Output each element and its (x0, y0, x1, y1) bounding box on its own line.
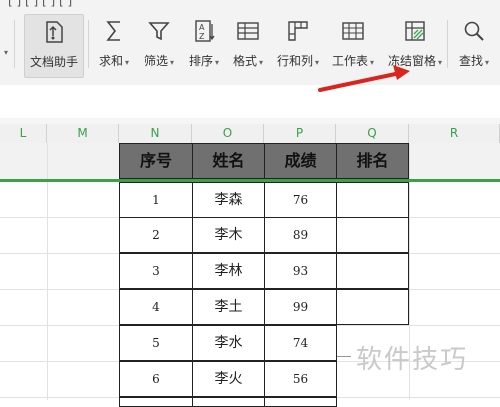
chevron-down-icon: ▾ (370, 58, 375, 67)
freeze-panes-button[interactable]: 冻结窗格 ▾ (384, 14, 446, 76)
doc-helper-label: 文档助手 (29, 55, 78, 69)
table-cell-name[interactable]: 李林 (192, 253, 265, 289)
ribbon-toolbar: [ ] [ ] [ ] [ ] ▾ 文档助手 求和 ▾ 筛选 ▾ A Z 排序 ▾ (0, 0, 500, 86)
table-cell-index[interactable]: 3 (119, 253, 193, 289)
table-cell-index[interactable]: 1 (119, 182, 193, 218)
table-cell-rank[interactable] (336, 253, 409, 289)
sort-label: 排序 (188, 54, 213, 68)
worksheet-button[interactable]: 工作表 ▾ (329, 14, 377, 76)
column-header-r[interactable]: R (409, 124, 500, 143)
formula-bar[interactable] (0, 85, 500, 119)
column-header-m[interactable]: M (47, 124, 119, 143)
chevron-down-icon: ▾ (438, 58, 443, 67)
table-cell-rank[interactable] (336, 289, 409, 325)
ribbon-tab-fragment: [ ] [ ] [ ] [ ] (8, 0, 73, 8)
table-cell-index[interactable]: 4 (119, 289, 193, 325)
worksheet-icon (342, 22, 364, 40)
table-cell-score[interactable]: 93 (264, 253, 337, 289)
svg-text:Z: Z (199, 32, 205, 41)
doc-helper-button[interactable]: 文档助手 (24, 14, 84, 78)
column-header-l[interactable]: L (0, 124, 47, 143)
chevron-down-icon: ▾ (259, 58, 264, 67)
row-col-label: 行和列 (276, 54, 313, 68)
header-cell-score[interactable]: 成绩 (264, 143, 337, 179)
freeze-panes-icon (405, 21, 425, 41)
chevron-down-icon: ▾ (485, 58, 490, 67)
table-cell-rank[interactable] (336, 217, 409, 253)
chevron-down-icon: ▾ (215, 58, 220, 67)
table-cell-rank[interactable] (336, 182, 409, 218)
sort-az-icon: A Z (195, 20, 215, 42)
table-cell-score[interactable]: 74 (264, 325, 337, 361)
document-helper-icon (46, 21, 63, 43)
column-header-n[interactable]: N (119, 124, 192, 143)
header-cell-index[interactable]: 序号 (119, 143, 193, 179)
sum-button[interactable]: 求和 ▾ (96, 14, 132, 76)
table-cell-index[interactable]: 6 (119, 361, 193, 397)
row-column-icon (288, 21, 308, 41)
chevron-down-icon: ▾ (170, 58, 175, 67)
freeze-panes-label: 冻结窗格 (387, 54, 436, 68)
toolbar-divider (88, 20, 89, 68)
table-cell-index[interactable]: 5 (119, 325, 193, 361)
watermark-rule (337, 356, 351, 357)
format-table-icon (237, 22, 259, 40)
table-cell-name[interactable]: 李土 (192, 289, 265, 325)
find-label: 查找 (458, 54, 483, 68)
find-button[interactable]: 查找 ▾ (455, 14, 493, 76)
table-cell-score[interactable]: 99 (264, 289, 337, 325)
header-cell-name[interactable]: 姓名 (192, 143, 265, 179)
chevron-down-icon[interactable]: ▾ (4, 48, 8, 57)
sum-label: 求和 (98, 54, 123, 68)
table-cell-name[interactable]: 李木 (192, 217, 265, 253)
table-cell-score[interactable]: 56 (264, 361, 337, 397)
filter-button[interactable]: 筛选 ▾ (140, 14, 178, 76)
funnel-icon (148, 22, 170, 41)
chevron-down-icon: ▾ (125, 58, 130, 67)
table-cell-name[interactable]: 李火 (192, 361, 265, 397)
header-cell-rank[interactable]: 排名 (336, 143, 409, 179)
table-cell-index[interactable] (119, 397, 193, 407)
worksheet-label: 工作表 (331, 54, 368, 68)
column-header-q[interactable]: Q (336, 124, 409, 143)
table-cell-score[interactable] (264, 397, 337, 407)
table-cell-name[interactable]: 李森 (192, 182, 265, 218)
table-cell-index[interactable]: 2 (119, 217, 193, 253)
row-col-button[interactable]: 行和列 ▾ (273, 14, 323, 76)
freeze-pane-divider (0, 179, 500, 182)
column-header-p[interactable]: P (264, 124, 336, 143)
table-cell-name[interactable] (192, 397, 265, 407)
chevron-down-icon: ▾ (315, 58, 320, 67)
column-header-o[interactable]: O (192, 124, 264, 143)
search-icon (464, 21, 484, 41)
filter-label: 筛选 (143, 54, 168, 68)
svg-text:A: A (199, 23, 205, 32)
table-cell-score[interactable]: 76 (264, 182, 337, 218)
watermark-text: 软件技巧 (356, 345, 469, 375)
column-headers: L M N O P Q R (0, 124, 500, 144)
format-button[interactable]: 格式 ▾ (229, 14, 267, 76)
format-label: 格式 (232, 54, 257, 68)
table-cell-name[interactable]: 李水 (192, 325, 265, 361)
toolbar-divider (14, 20, 15, 68)
sort-button[interactable]: A Z 排序 ▾ (185, 14, 223, 76)
toolbar-divider (447, 20, 448, 68)
sigma-icon (106, 21, 120, 41)
table-cell-score[interactable]: 89 (264, 217, 337, 253)
